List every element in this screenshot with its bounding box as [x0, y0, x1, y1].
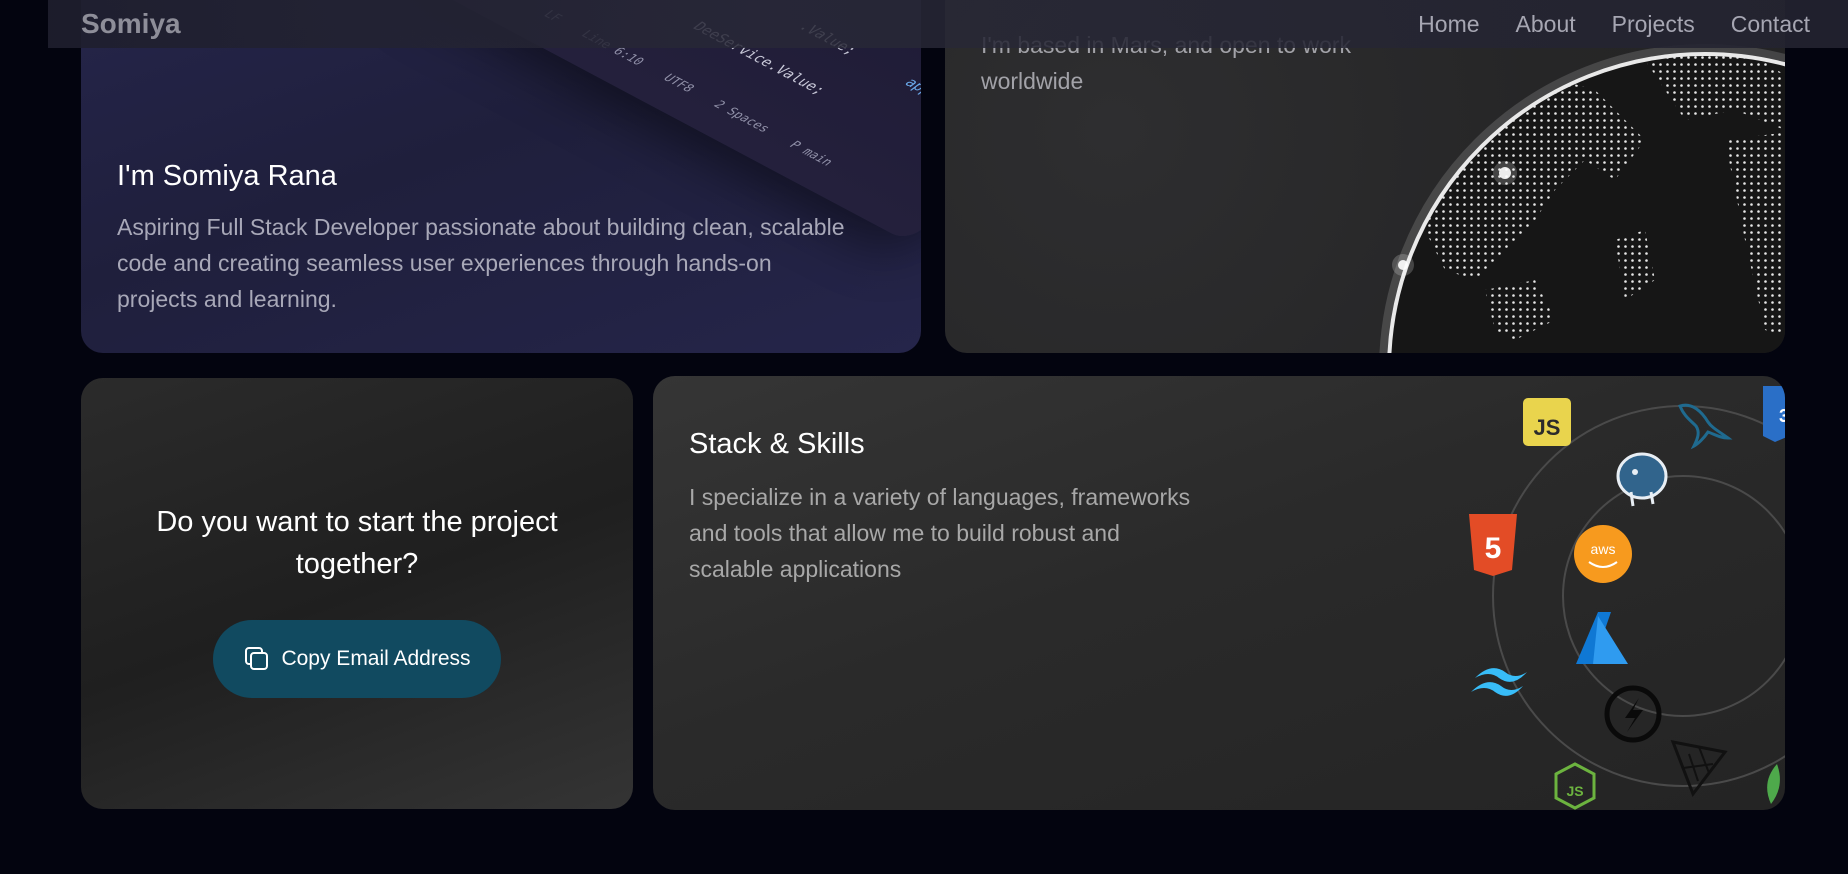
navbar: Somiya Home About Projects Contact [48, 0, 1848, 48]
svg-text:5: 5 [1485, 532, 1502, 565]
stack-skills-card: Stack & Skills I specialize in a variety… [653, 376, 1785, 810]
copy-email-button[interactable]: Copy Email Address [213, 620, 501, 698]
orbit-ring-inner [1562, 475, 1785, 717]
nav-link-home[interactable]: Home [1418, 11, 1479, 38]
socketio-icon [1604, 685, 1662, 743]
copy-icon [245, 647, 269, 670]
javascript-icon: JS [1523, 398, 1571, 446]
status-branch: P main [786, 138, 837, 169]
tech-orbit: JS 3 5 aws JS [1469, 386, 1785, 810]
nodejs-icon: JS [1554, 762, 1596, 810]
svg-text:3: 3 [1779, 406, 1785, 426]
css-icon: 3 [1763, 386, 1785, 442]
nav-link-contact[interactable]: Contact [1731, 11, 1810, 38]
code-line: apper, da [900, 75, 921, 122]
nav-links: Home About Projects Contact [1418, 11, 1810, 38]
aws-icon-label: aws [1591, 541, 1616, 557]
aws-icon: aws [1574, 525, 1632, 583]
nav-link-about[interactable]: About [1516, 11, 1576, 38]
status-indent: 2 Spaces [710, 98, 774, 135]
status-encoding: UTF8 [660, 71, 698, 95]
cta-title: Do you want to start the project togethe… [156, 506, 558, 580]
contact-cta-card: Do you want to start the project togethe… [81, 378, 633, 809]
azure-icon [1576, 612, 1628, 664]
html5-icon: 5 [1469, 514, 1517, 576]
copy-email-label: Copy Email Address [281, 647, 471, 670]
brand-logo[interactable]: Somiya [81, 8, 181, 40]
intro-title: I'm Somiya Rana [117, 160, 337, 192]
globe-image [1379, 44, 1785, 353]
location-card: I'm based in Mars, and open to work worl… [945, 0, 1785, 353]
postgresql-icon [1616, 452, 1668, 507]
nav-link-projects[interactable]: Projects [1612, 11, 1695, 38]
mysql-icon [1678, 403, 1733, 450]
mongodb-icon [1767, 764, 1780, 804]
javascript-icon-label: JS [1534, 415, 1561, 440]
nodejs-icon-label: JS [1566, 783, 1583, 799]
intro-description: Aspiring Full Stack Developer passionate… [117, 214, 845, 312]
intro-card: DeeService.Value; apper, da .Value; LF L… [81, 0, 921, 353]
